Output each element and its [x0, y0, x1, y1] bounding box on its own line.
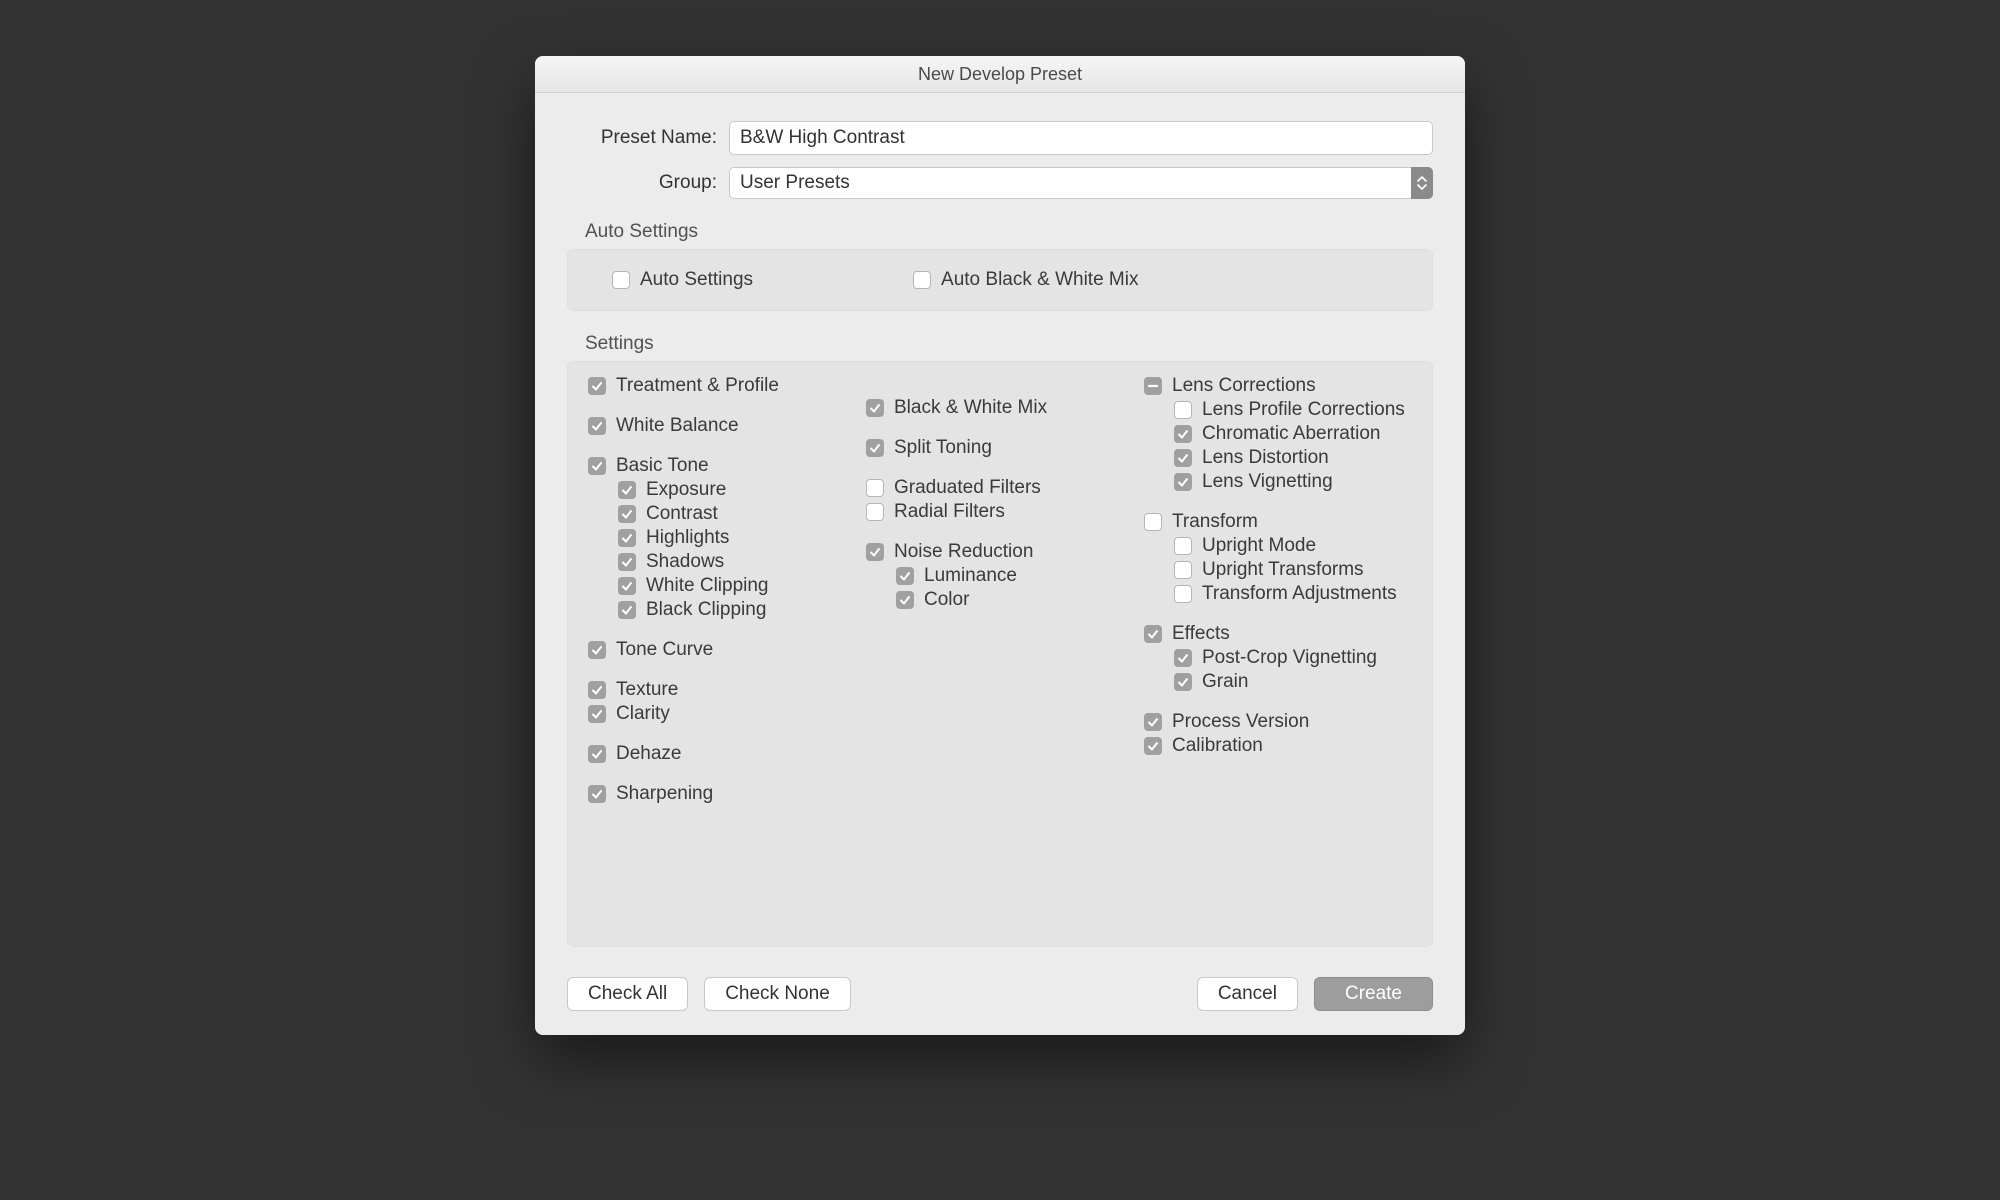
- shadows-checkbox[interactable]: Shadows: [618, 550, 856, 574]
- checkmark-icon: [618, 481, 636, 499]
- checkmark-icon: [618, 529, 636, 547]
- calibration-checkbox[interactable]: Calibration: [1144, 734, 1412, 758]
- effects-checkbox[interactable]: Effects: [1144, 622, 1412, 646]
- graduated-filters-checkbox[interactable]: Graduated Filters: [866, 476, 1134, 500]
- new-develop-preset-dialog: New Develop Preset Preset Name: Group: U…: [535, 56, 1465, 1035]
- white-clipping-checkbox[interactable]: White Clipping: [618, 574, 856, 598]
- checkmark-icon: [866, 543, 884, 561]
- color-checkbox[interactable]: Color: [896, 588, 1134, 612]
- checkmark-icon: [1144, 713, 1162, 731]
- group-select[interactable]: User Presets: [729, 167, 1433, 199]
- black-clipping-checkbox[interactable]: Black Clipping: [618, 598, 856, 622]
- checkmark-icon: [1174, 449, 1192, 467]
- checkmark-icon: [618, 601, 636, 619]
- lens-profile-corrections-checkbox[interactable]: Lens Profile Corrections: [1174, 398, 1412, 422]
- treatment-profile-checkbox[interactable]: Treatment & Profile: [588, 374, 856, 398]
- preset-name-input[interactable]: [729, 121, 1433, 155]
- texture-checkbox[interactable]: Texture: [588, 678, 856, 702]
- settings-panel: Treatment & Profile White Balance Basic …: [567, 361, 1433, 947]
- checkbox-icon: [866, 503, 884, 521]
- checkbox-icon: [1174, 537, 1192, 555]
- preset-name-label: Preset Name:: [567, 127, 717, 149]
- luminance-checkbox[interactable]: Luminance: [896, 564, 1134, 588]
- checkmark-icon: [588, 417, 606, 435]
- updown-stepper-icon: [1411, 167, 1433, 199]
- basic-tone-checkbox[interactable]: Basic Tone: [588, 454, 856, 478]
- settings-header: Settings: [585, 333, 1433, 355]
- upright-mode-checkbox[interactable]: Upright Mode: [1174, 534, 1412, 558]
- auto-settings-header: Auto Settings: [585, 221, 1433, 243]
- checkmark-icon: [588, 681, 606, 699]
- clarity-checkbox[interactable]: Clarity: [588, 702, 856, 726]
- checkbox-icon: [1144, 513, 1162, 531]
- checkmark-icon: [1144, 625, 1162, 643]
- checkmark-icon: [588, 705, 606, 723]
- upright-transforms-checkbox[interactable]: Upright Transforms: [1174, 558, 1412, 582]
- process-version-checkbox[interactable]: Process Version: [1144, 710, 1412, 734]
- checkbox-icon: [1174, 561, 1192, 579]
- group-select-value: User Presets: [730, 172, 1411, 194]
- sharpening-checkbox[interactable]: Sharpening: [588, 782, 856, 806]
- cancel-button[interactable]: Cancel: [1197, 977, 1298, 1011]
- checkmark-icon: [588, 457, 606, 475]
- checkmark-icon: [1174, 473, 1192, 491]
- checkbox-icon: [1174, 585, 1192, 603]
- auto-bw-mix-checkbox[interactable]: Auto Black & White Mix: [913, 268, 1138, 292]
- checkmark-icon: [618, 505, 636, 523]
- noise-reduction-checkbox[interactable]: Noise Reduction: [866, 540, 1134, 564]
- transform-adjustments-checkbox[interactable]: Transform Adjustments: [1174, 582, 1412, 606]
- contrast-checkbox[interactable]: Contrast: [618, 502, 856, 526]
- transform-checkbox[interactable]: Transform: [1144, 510, 1412, 534]
- highlights-checkbox[interactable]: Highlights: [618, 526, 856, 550]
- checkmark-icon: [1144, 737, 1162, 755]
- check-none-button[interactable]: Check None: [704, 977, 851, 1011]
- tone-curve-checkbox[interactable]: Tone Curve: [588, 638, 856, 662]
- checkmark-icon: [866, 399, 884, 417]
- checkbox-icon: [913, 271, 931, 289]
- checkmark-icon: [1174, 673, 1192, 691]
- checkbox-icon: [612, 271, 630, 289]
- checkmark-icon: [618, 577, 636, 595]
- exposure-checkbox[interactable]: Exposure: [618, 478, 856, 502]
- bw-mix-checkbox[interactable]: Black & White Mix: [866, 396, 1134, 420]
- check-all-button[interactable]: Check All: [567, 977, 688, 1011]
- lens-corrections-checkbox[interactable]: Lens Corrections: [1144, 374, 1412, 398]
- checkmark-icon: [588, 377, 606, 395]
- post-crop-vignetting-checkbox[interactable]: Post-Crop Vignetting: [1174, 646, 1412, 670]
- checkmark-icon: [588, 641, 606, 659]
- dialog-title: New Develop Preset: [535, 56, 1465, 93]
- chromatic-aberration-checkbox[interactable]: Chromatic Aberration: [1174, 422, 1412, 446]
- checkbox-icon: [1174, 401, 1192, 419]
- create-button[interactable]: Create: [1314, 977, 1433, 1011]
- dehaze-checkbox[interactable]: Dehaze: [588, 742, 856, 766]
- auto-settings-checkbox[interactable]: Auto Settings: [612, 268, 753, 292]
- checkmark-icon: [588, 745, 606, 763]
- checkmark-icon: [1174, 425, 1192, 443]
- checkmark-icon: [588, 785, 606, 803]
- checkmark-icon: [896, 591, 914, 609]
- checkmark-icon: [896, 567, 914, 585]
- checkbox-icon: [866, 479, 884, 497]
- checkmark-icon: [1174, 649, 1192, 667]
- white-balance-checkbox[interactable]: White Balance: [588, 414, 856, 438]
- checkmark-icon: [618, 553, 636, 571]
- lens-distortion-checkbox[interactable]: Lens Distortion: [1174, 446, 1412, 470]
- lens-vignetting-checkbox[interactable]: Lens Vignetting: [1174, 470, 1412, 494]
- auto-settings-panel: Auto Settings Auto Black & White Mix: [567, 249, 1433, 311]
- grain-checkbox[interactable]: Grain: [1174, 670, 1412, 694]
- radial-filters-checkbox[interactable]: Radial Filters: [866, 500, 1134, 524]
- mixed-state-icon: [1144, 377, 1162, 395]
- split-toning-checkbox[interactable]: Split Toning: [866, 436, 1134, 460]
- group-label: Group:: [567, 172, 717, 194]
- checkmark-icon: [866, 439, 884, 457]
